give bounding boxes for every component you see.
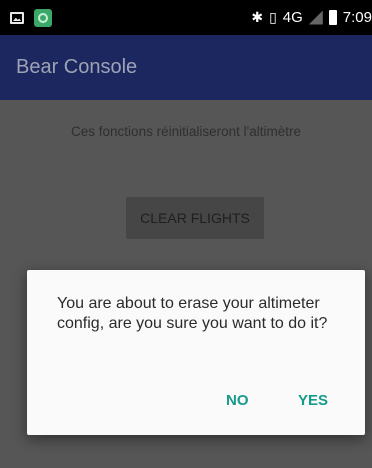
app-notification-icon <box>34 9 52 27</box>
status-bar-right: ✱ ▯ 4G 7:09 <box>251 0 372 35</box>
clear-flights-button[interactable]: CLEAR FLIGHTS <box>126 197 264 239</box>
reset-description: Ces fonctions réinitialiseront l'altimèt… <box>71 124 301 139</box>
clock: 7:09 <box>342 9 372 26</box>
network-type: 4G <box>282 9 303 26</box>
confirm-dialog: You are about to erase your altimeter co… <box>27 270 365 435</box>
status-bar-left <box>10 9 52 27</box>
dialog-message: You are about to erase your altimeter co… <box>57 295 328 332</box>
battery-icon <box>328 10 337 25</box>
vibrate-icon: ▯ <box>269 9 277 25</box>
signal-icon <box>308 10 323 25</box>
yes-button[interactable]: YES <box>290 383 336 417</box>
bluetooth-icon: ✱ <box>251 9 264 25</box>
screen: ✱ ▯ 4G 7:09 Bear Console Ces fonctions r… <box>0 0 372 468</box>
status-bar: ✱ ▯ 4G 7:09 <box>0 0 372 35</box>
photo-icon <box>10 12 24 24</box>
app-bar: Bear Console <box>0 35 372 100</box>
app-title: Bear Console <box>16 56 138 78</box>
no-button[interactable]: NO <box>218 383 257 417</box>
